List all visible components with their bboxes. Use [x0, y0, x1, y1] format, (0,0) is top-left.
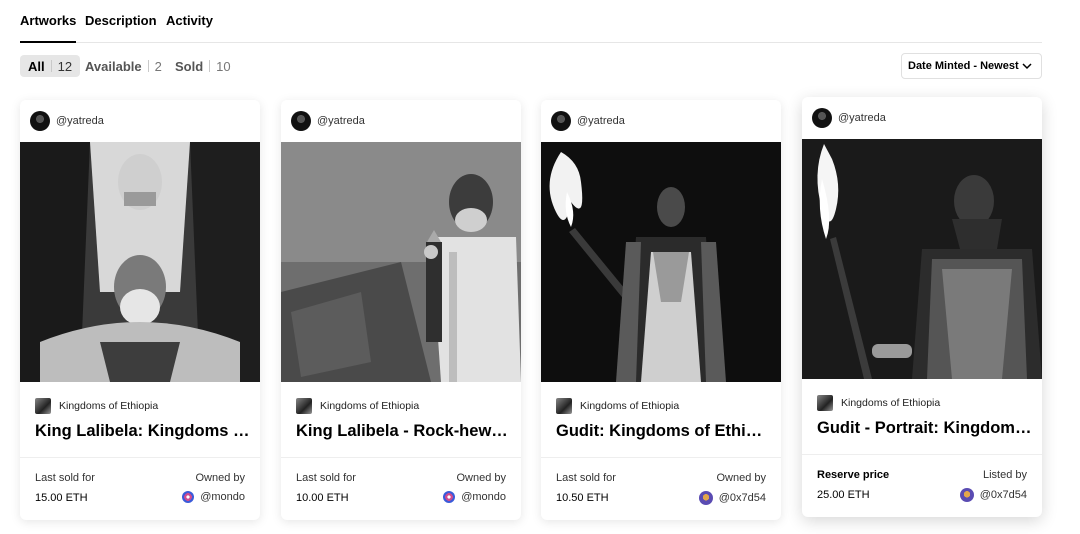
collection-row[interactable]: Kingdoms of Ethiopia — [296, 398, 419, 414]
collection-row[interactable]: Kingdoms of Ethiopia — [35, 398, 158, 414]
creator-handle[interactable]: @yatreda — [577, 115, 625, 127]
creator-avatar — [551, 111, 571, 131]
card-divider — [20, 457, 260, 458]
owner-handle: @mondo — [200, 491, 245, 503]
last-sold-price: 10.00 ETH — [296, 492, 349, 504]
collection-name: Kingdoms of Ethiopia — [320, 400, 420, 412]
artwork-card[interactable]: @yatreda Kingdoms of Ethiopia King Lalib… — [20, 100, 260, 520]
artwork-image[interactable] — [802, 139, 1042, 379]
artwork-title[interactable]: Gudit: Kingdoms of Ethiopia — [556, 422, 771, 441]
collection-name: Kingdoms of Ethiopia — [841, 397, 941, 409]
creator-row[interactable]: @yatreda — [30, 110, 104, 132]
filter-all[interactable]: All 12 — [20, 55, 81, 77]
collection-row[interactable]: Kingdoms of Ethiopia — [556, 398, 679, 414]
last-sold-price: 15.00 ETH — [35, 492, 88, 504]
creator-row[interactable]: @yatreda — [291, 110, 365, 132]
tab-artworks[interactable]: Artworks — [20, 13, 77, 43]
collection-icon — [35, 398, 51, 414]
owner-avatar — [443, 491, 456, 503]
owned-by-label: Owned by — [456, 472, 506, 484]
filter-available-count: 2 — [154, 58, 162, 74]
listed-by-label: Listed by — [982, 469, 1027, 481]
creator-handle[interactable]: @yatreda — [838, 112, 886, 124]
section-tabs: Artworks Description Activity — [20, 0, 1042, 43]
card-divider — [802, 454, 1042, 455]
artwork-card[interactable]: @yatreda Kingdoms of Ethiopia Gudit: Kin… — [541, 100, 781, 520]
card-divider — [281, 457, 521, 458]
filter-all-label: All — [28, 58, 45, 74]
filter-separator — [209, 60, 211, 72]
reserve-price-label: Reserve price — [817, 469, 890, 481]
last-sold-price: 10.50 ETH — [556, 492, 609, 504]
filter-all-count: 12 — [57, 58, 73, 74]
artwork-title[interactable]: Gudit - Portrait: Kingdoms of Ethiopia — [817, 419, 1032, 438]
filter-available[interactable]: Available 2 — [77, 55, 170, 77]
artwork-image[interactable] — [541, 142, 781, 382]
collection-name: Kingdoms of Ethiopia — [580, 400, 680, 412]
creator-avatar — [812, 108, 832, 128]
artwork-card[interactable]: @yatreda Kingdoms of Ethiopia Gudit - Po… — [802, 97, 1042, 517]
artwork-title[interactable]: King Lalibela - Rock-hewn Churches — [296, 422, 511, 441]
last-sold-label: Last sold for — [35, 472, 95, 484]
lister-link[interactable]: @0x7d54 — [959, 488, 1027, 502]
filter-available-label: Available — [85, 58, 142, 74]
filter-separator — [50, 60, 52, 72]
creator-row[interactable]: @yatreda — [551, 110, 625, 132]
collection-icon — [296, 398, 312, 414]
collection-name: Kingdoms of Ethiopia — [59, 400, 159, 412]
owner-handle: @0x7d54 — [718, 492, 766, 504]
artwork-card[interactable]: @yatreda Kingdoms of Ethiopia King Lalib… — [281, 100, 521, 520]
sort-selected-value: Date Minted - Newest — [908, 60, 1019, 72]
creator-avatar — [30, 111, 50, 131]
owner-link[interactable]: @mondo — [182, 491, 245, 503]
lister-avatar — [959, 488, 974, 502]
owner-link[interactable]: @mondo — [443, 491, 506, 503]
filter-sold-label: Sold — [175, 58, 204, 74]
filter-separator — [147, 60, 149, 72]
reserve-price-value: 25.00 ETH — [817, 489, 870, 501]
artwork-image[interactable] — [20, 142, 260, 382]
artwork-image[interactable] — [281, 142, 521, 382]
artwork-title[interactable]: King Lalibela: Kingdoms of Ethiopia — [35, 422, 250, 441]
creator-avatar — [291, 111, 311, 131]
creator-handle[interactable]: @yatreda — [56, 115, 104, 127]
last-sold-label: Last sold for — [296, 472, 356, 484]
sort-dropdown[interactable]: Date Minted - Newest — [901, 53, 1042, 79]
owner-handle: @mondo — [461, 491, 506, 503]
tab-activity[interactable]: Activity — [166, 13, 213, 28]
chevron-down-icon — [1021, 60, 1033, 75]
collection-icon — [817, 395, 833, 411]
tab-description[interactable]: Description — [85, 13, 157, 28]
filter-sold[interactable]: Sold 10 — [167, 55, 239, 77]
filter-sold-count: 10 — [216, 58, 231, 74]
owned-by-label: Owned by — [716, 472, 766, 484]
last-sold-label: Last sold for — [556, 472, 616, 484]
owner-link[interactable]: @0x7d54 — [698, 491, 766, 505]
creator-row[interactable]: @yatreda — [812, 107, 886, 129]
card-divider — [541, 457, 781, 458]
creator-handle[interactable]: @yatreda — [317, 115, 365, 127]
owner-avatar — [698, 491, 713, 505]
collection-row[interactable]: Kingdoms of Ethiopia — [817, 395, 940, 411]
lister-handle: @0x7d54 — [979, 489, 1027, 501]
collection-icon — [556, 398, 572, 414]
owner-avatar — [182, 491, 195, 503]
owned-by-label: Owned by — [195, 472, 245, 484]
